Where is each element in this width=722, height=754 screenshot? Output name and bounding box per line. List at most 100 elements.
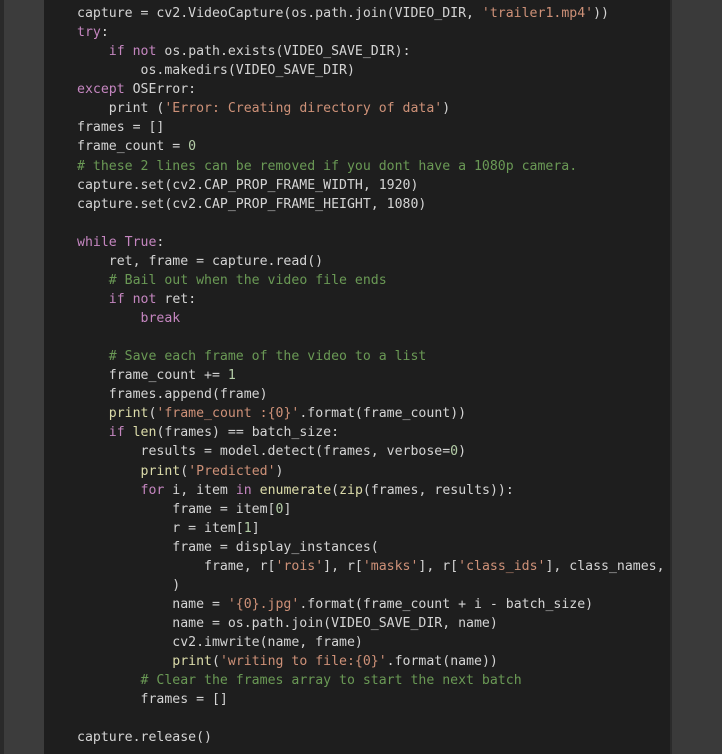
code-token: 'trailer1.mp4' [481,6,594,21]
code-line: ​ [77,328,670,347]
code-token: frame, r[ [77,558,276,574]
code-token: enumerate [259,482,332,498]
code-token: 'frame_count :{0}' [156,406,300,422]
code-line: frame = display_instances( [77,538,670,557]
code-token: i, item [164,482,236,498]
code-token: frames = [] [77,692,228,708]
code-token: 0 [450,444,459,460]
code-line: # Save each frame of the video to a list [77,347,670,366]
code-line: print ('Error: Creating directory of dat… [77,99,670,118]
code-token: frame_count += [77,368,228,384]
code-token: frame = item[ [77,501,276,517]
code-line: capture.set(cv2.CAP_PROP_FRAME_WIDTH, 19… [77,176,670,195]
code-token: : [156,234,165,250]
code-token: r = item[ [77,520,244,536]
left-gutter-strip [0,0,4,754]
code-token: )) [593,6,609,21]
code-line: frame_count += 1 [77,366,670,385]
code-token: 1080 [386,196,419,212]
code-token: in [235,482,252,498]
code-editor-window: capture = cv2.VideoCapture(os.path.join(… [0,0,722,754]
code-line: if not ret: [77,290,670,309]
code-token: (frames) == batch_size: [156,425,340,441]
code-token: break [140,311,181,326]
code-token: 'Predicted' [188,463,276,479]
code-token: ], r[ [323,558,363,574]
code-line: frame = item[0] [77,500,670,519]
code-token: cv2.imwrite(name, frame) [77,635,363,651]
code-token: 'class_ids' [458,558,546,574]
code-token: ], r[ [418,558,459,574]
code-line: frames = [] [77,690,670,709]
code-line: print('frame_count :{0}'.format(frame_co… [77,404,670,423]
code-token: ( [180,463,189,479]
code-token: 'writing to file:{0}' [219,654,387,670]
code-token: capture.release() [77,730,212,746]
code-token: 'rois' [275,558,324,574]
code-token: capture = cv2.VideoCapture(os.path.join(… [77,6,482,21]
code-token: ] [251,520,260,536]
code-token: capture.set(cv2.CAP_PROP_FRAME_WIDTH, [77,177,379,193]
code-line: while True: [77,233,670,252]
code-token: 'masks' [362,558,419,574]
code-line: break [77,309,670,328]
code-line: r = item[1] [77,519,670,538]
code-line: print('Predicted') [77,462,670,481]
code-token: (frames, results)): [362,482,514,498]
code-token: 1 [243,520,252,536]
code-token: ( [331,482,340,498]
code-token: while [77,234,117,250]
code-block[interactable]: capture = cv2.VideoCapture(os.path.join(… [77,4,670,747]
code-token: ret: [156,291,197,307]
code-line: capture.release() [77,728,670,747]
code-editor[interactable]: capture = cv2.VideoCapture(os.path.join(… [44,0,670,754]
code-token: try [77,25,101,41]
code-line: for i, item in enumerate(zip(frames, res… [77,481,670,500]
code-token: results = model.detect(frames, verbose= [77,444,451,460]
code-token: frame_count = [77,139,189,155]
code-token: frame = display_instances( [77,539,379,555]
code-token: ) [418,196,427,212]
code-token: # these 2 lines can be removed if you do… [77,158,578,174]
code-token: name = os.path.join(VIDEO_SAVE_DIR, name… [77,616,498,631]
code-token: if [108,425,125,441]
code-line: ) [77,576,670,595]
code-token: 1920 [378,177,411,193]
code-token: not [132,44,157,60]
code-line: os.makedirs(VIDEO_SAVE_DIR) [77,61,670,80]
code-token: 'Error: Creating directory of data' [164,101,443,117]
code-token: len [132,425,157,441]
code-line: frame, r['rois'], r['masks'], r['class_i… [77,557,670,576]
code-token: ) [77,577,181,593]
code-token: name = [77,596,228,612]
code-token: os.makedirs(VIDEO_SAVE_DIR) [77,63,355,79]
code-line: if not os.path.exists(VIDEO_SAVE_DIR): [77,42,670,61]
code-token: print ( [77,101,165,117]
code-token: except [77,82,125,98]
code-line: try: [77,23,670,42]
code-token: ], class_names, r[ [545,558,665,574]
code-token: ] [283,501,292,517]
code-line: ​ [77,214,670,233]
code-token: ) [410,177,419,193]
code-token: if [108,291,125,307]
code-token: 0 [188,139,197,155]
code-token: if [108,44,125,60]
code-token: zip [339,482,363,498]
code-line: frame_count = 0 [77,137,670,156]
code-token: # Clear the frames array to start the ne… [140,673,522,689]
code-token: for [140,482,165,498]
